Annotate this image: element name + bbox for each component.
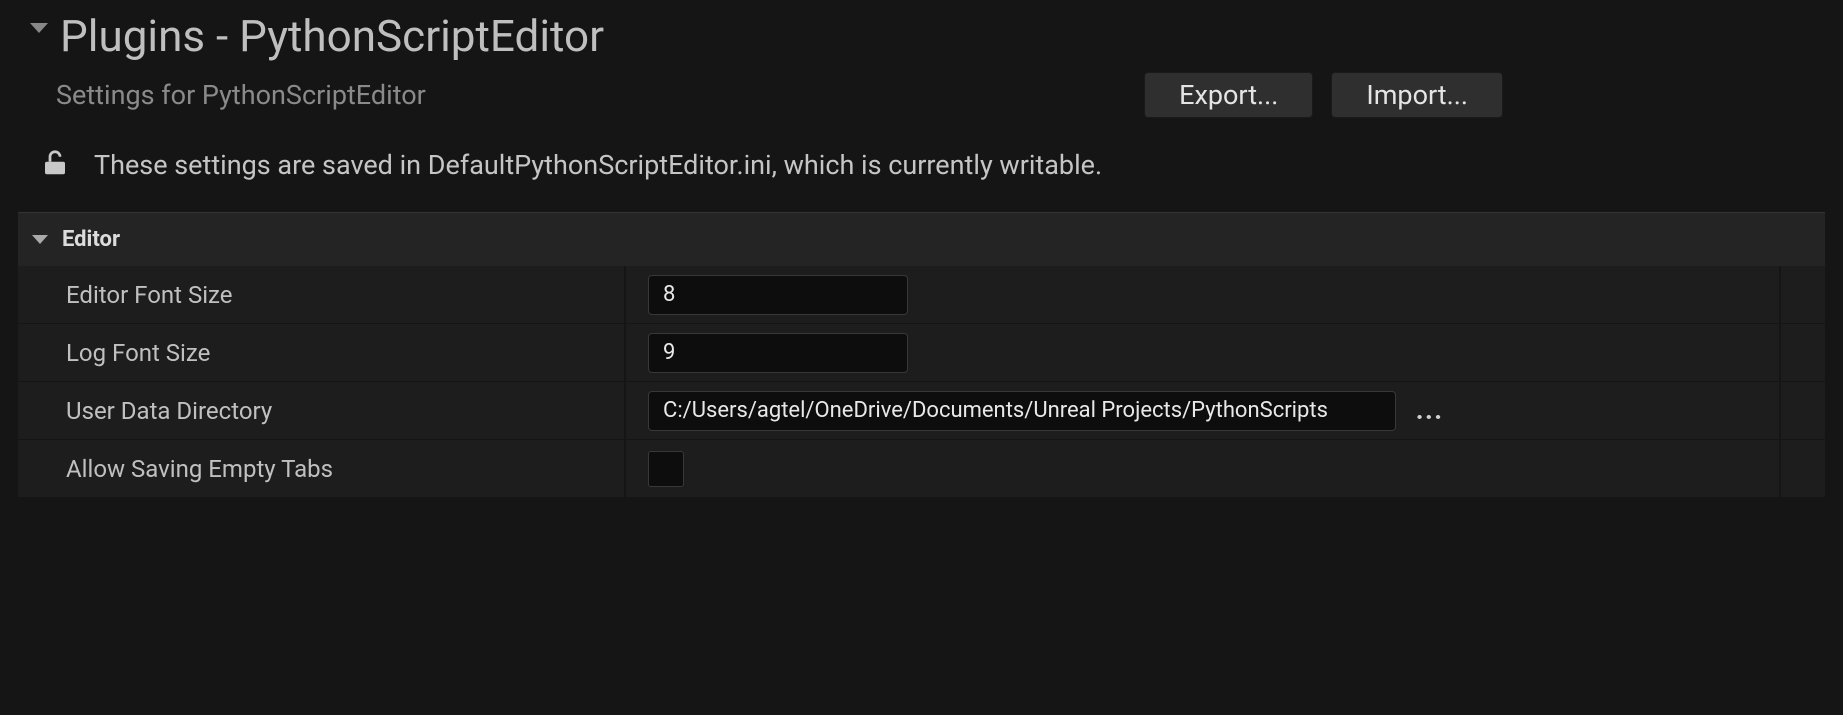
section-title: Editor (62, 227, 120, 252)
editor-font-size-input[interactable] (648, 275, 908, 315)
prop-value-cell (626, 440, 1779, 497)
prop-label-cell: Allow Saving Empty Tabs (18, 440, 626, 497)
title-group: Plugins - PythonScriptEditor (30, 10, 1823, 62)
prop-label-cell: Log Font Size (18, 324, 626, 381)
export-button[interactable]: Export... (1144, 72, 1313, 118)
chevron-down-icon (30, 23, 48, 54)
prop-row-user-data-directory: User Data Directory ... (18, 382, 1825, 440)
status-text: These settings are saved in DefaultPytho… (94, 149, 1102, 181)
settings-panel: Plugins - PythonScriptEditor Settings fo… (0, 0, 1843, 498)
prop-label: Log Font Size (66, 339, 210, 367)
import-button[interactable]: Import... (1331, 72, 1503, 118)
prop-label-cell: Editor Font Size (18, 266, 626, 323)
prop-value-cell: ... (626, 382, 1779, 439)
prop-value-cell (626, 324, 1779, 381)
prop-label-cell: User Data Directory (18, 382, 626, 439)
prop-label: Allow Saving Empty Tabs (66, 455, 333, 483)
unlock-icon (40, 148, 70, 182)
user-data-directory-input[interactable] (648, 391, 1396, 431)
prop-extra-cell (1779, 266, 1825, 323)
prop-row-editor-font-size: Editor Font Size (18, 266, 1825, 324)
prop-extra-cell (1779, 440, 1825, 497)
prop-row-log-font-size: Log Font Size (18, 324, 1825, 382)
header-row: Plugins - PythonScriptEditor (0, 10, 1843, 62)
collapse-icon[interactable] (30, 33, 48, 54)
log-font-size-input[interactable] (648, 333, 908, 373)
status-row: These settings are saved in DefaultPytho… (0, 118, 1843, 206)
page-subtitle: Settings for PythonScriptEditor (56, 79, 1144, 111)
chevron-down-icon (32, 235, 48, 244)
prop-label: User Data Directory (66, 397, 272, 425)
prop-label: Editor Font Size (66, 281, 232, 309)
section-header[interactable]: Editor (18, 212, 1825, 266)
prop-extra-cell (1779, 324, 1825, 381)
browse-button[interactable]: ... (1410, 395, 1450, 427)
ellipsis-icon: ... (1416, 397, 1444, 425)
prop-extra-cell (1779, 382, 1825, 439)
prop-row-allow-saving-empty-tabs: Allow Saving Empty Tabs (18, 440, 1825, 498)
subtitle-row: Settings for PythonScriptEditor Export..… (0, 62, 1843, 118)
header-buttons: Export... Import... (1144, 72, 1823, 118)
page-title: Plugins - PythonScriptEditor (60, 10, 604, 62)
allow-saving-empty-tabs-checkbox[interactable] (648, 451, 684, 487)
section-editor: Editor Editor Font Size Log Font Size Us… (18, 212, 1825, 498)
prop-value-cell (626, 266, 1779, 323)
